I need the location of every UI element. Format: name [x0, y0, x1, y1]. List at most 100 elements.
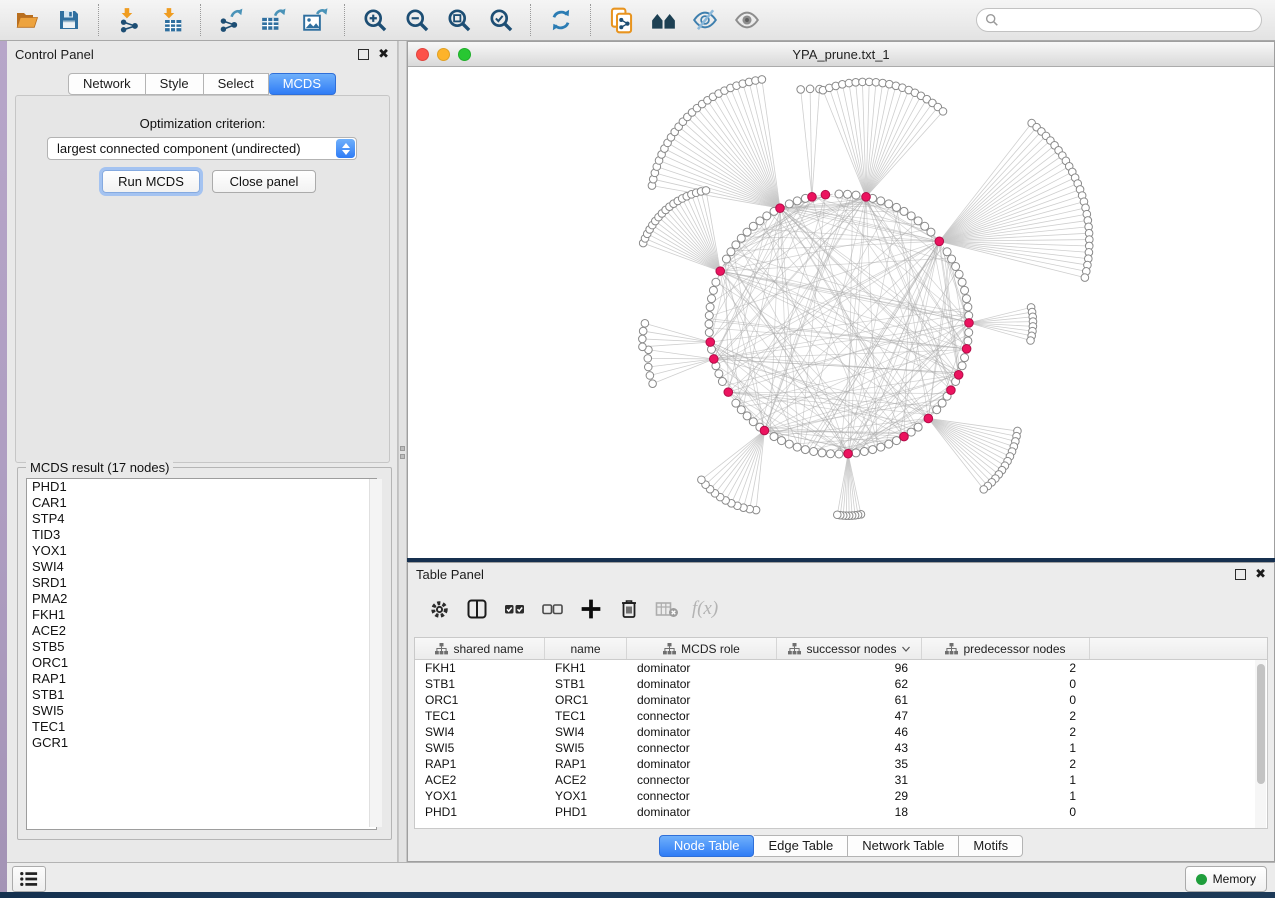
- table-row[interactable]: SWI4SWI4dominator462: [415, 724, 1267, 740]
- tab-select[interactable]: Select: [204, 73, 269, 95]
- table-panel-tabs: Node TableEdge TableNetwork TableMotifs: [408, 835, 1274, 857]
- search-box[interactable]: [976, 8, 1262, 32]
- close-panel-icon[interactable]: ✖: [378, 49, 389, 59]
- zoom-fit-icon[interactable]: [441, 4, 477, 36]
- zoom-out-icon[interactable]: [399, 4, 435, 36]
- table-cell: 0: [922, 677, 1090, 691]
- close-table-panel-icon[interactable]: ✖: [1255, 569, 1266, 579]
- tab-mcds[interactable]: MCDS: [269, 73, 336, 95]
- table-cell: 47: [777, 709, 922, 723]
- table-row[interactable]: TEC1TEC1connector472: [415, 708, 1267, 724]
- mcds-result-list[interactable]: PHD1CAR1STP4TID3YOX1SWI4SRD1PMA2FKH1ACE2…: [26, 478, 377, 830]
- table-cell: 2: [922, 661, 1090, 675]
- task-history-button[interactable]: [12, 866, 46, 892]
- table-cell: STB1: [545, 677, 627, 691]
- export-table-icon[interactable]: [255, 4, 291, 36]
- column-header-predecessor-nodes[interactable]: predecessor nodes: [922, 638, 1090, 659]
- network-frame-titlebar[interactable]: YPA_prune.txt_1: [408, 42, 1274, 67]
- optimization-criterion-select[interactable]: largest connected component (undirected): [47, 137, 357, 160]
- column-header-name[interactable]: name: [545, 638, 627, 659]
- table-cell: FKH1: [415, 661, 545, 675]
- memory-label: Memory: [1213, 872, 1256, 886]
- toolbar-separator: [344, 4, 346, 36]
- mcds-result-item[interactable]: ACE2: [27, 623, 376, 639]
- table-row[interactable]: STB1STB1dominator620: [415, 676, 1267, 692]
- table-cell: dominator: [627, 661, 777, 675]
- column-header-MCDS-role[interactable]: MCDS role: [627, 638, 777, 659]
- memory-button[interactable]: Memory: [1185, 866, 1267, 892]
- mcds-result-item[interactable]: STB5: [27, 639, 376, 655]
- vertical-splitter[interactable]: [398, 41, 407, 862]
- network-canvas[interactable]: [408, 67, 1274, 558]
- network-graph[interactable]: [408, 67, 1274, 558]
- mcds-panel: Optimization criterion: largest connecte…: [15, 95, 390, 463]
- column-header-successor-nodes[interactable]: successor nodes: [777, 638, 922, 659]
- tab-edge-table[interactable]: Edge Table: [754, 835, 848, 857]
- mcds-result-item[interactable]: PMA2: [27, 591, 376, 607]
- delete-column-icon[interactable]: [612, 594, 646, 624]
- search-input[interactable]: [999, 12, 1243, 28]
- table-row[interactable]: FKH1FKH1dominator962: [415, 660, 1267, 676]
- tab-style[interactable]: Style: [146, 73, 204, 95]
- mcds-result-item[interactable]: STP4: [27, 511, 376, 527]
- delete-table-icon-disabled: [650, 594, 684, 624]
- table-row[interactable]: YOX1YOX1connector291: [415, 788, 1267, 804]
- table-cell: dominator: [627, 805, 777, 819]
- table-row[interactable]: RAP1RAP1dominator352: [415, 756, 1267, 772]
- mcds-result-item[interactable]: PHD1: [27, 479, 376, 495]
- save-session-icon[interactable]: [51, 4, 87, 36]
- close-panel-button[interactable]: Close panel: [212, 170, 316, 193]
- column-header-shared-name[interactable]: shared name: [415, 638, 545, 659]
- open-file-icon[interactable]: [9, 4, 45, 36]
- clone-network-icon[interactable]: [603, 4, 639, 36]
- mcds-result-item[interactable]: YOX1: [27, 543, 376, 559]
- mcds-result-item[interactable]: SRD1: [27, 575, 376, 591]
- table-cell: 96: [777, 661, 922, 675]
- table-row[interactable]: ACE2ACE2connector311: [415, 772, 1267, 788]
- refresh-icon[interactable]: [543, 4, 579, 36]
- first-neighbors-icon[interactable]: [645, 4, 681, 36]
- table-row[interactable]: SWI5SWI5connector431: [415, 740, 1267, 756]
- table-scrollbar[interactable]: [1255, 660, 1266, 828]
- table-cell: ACE2: [415, 773, 545, 787]
- export-image-icon[interactable]: [297, 4, 333, 36]
- toolbar-separator: [200, 4, 202, 36]
- column-header-empty: [1090, 638, 1267, 659]
- mcds-list-scrollbar[interactable]: [369, 479, 382, 827]
- tab-network[interactable]: Network: [68, 73, 146, 95]
- zoom-in-icon[interactable]: [357, 4, 393, 36]
- hide-selected-icon[interactable]: [687, 4, 723, 36]
- table-cell: 1: [922, 741, 1090, 755]
- export-network-icon[interactable]: [213, 4, 249, 36]
- table-settings-gear-icon[interactable]: [422, 594, 456, 624]
- import-table-icon[interactable]: [153, 4, 189, 36]
- tab-node-table[interactable]: Node Table: [659, 835, 755, 857]
- float-panel-icon[interactable]: [358, 49, 369, 60]
- tab-network-table[interactable]: Network Table: [848, 835, 959, 857]
- show-columns-icon[interactable]: [460, 594, 494, 624]
- table-scrollbar-thumb[interactable]: [1257, 664, 1265, 784]
- show-all-icon[interactable]: [729, 4, 765, 36]
- mcds-result-item[interactable]: TID3: [27, 527, 376, 543]
- zoom-selected-icon[interactable]: [483, 4, 519, 36]
- mcds-result-item[interactable]: SWI4: [27, 559, 376, 575]
- mcds-result-item[interactable]: RAP1: [27, 671, 376, 687]
- float-table-panel-icon[interactable]: [1235, 569, 1246, 580]
- mcds-result-item[interactable]: STB1: [27, 687, 376, 703]
- deselect-all-icon[interactable]: [536, 594, 570, 624]
- select-all-icon[interactable]: [498, 594, 532, 624]
- table-cell: STB1: [415, 677, 545, 691]
- tab-motifs[interactable]: Motifs: [959, 835, 1023, 857]
- table-row[interactable]: PHD1PHD1dominator180: [415, 804, 1267, 820]
- run-mcds-button[interactable]: Run MCDS: [102, 170, 200, 193]
- mcds-result-item[interactable]: CAR1: [27, 495, 376, 511]
- import-network-icon[interactable]: [111, 4, 147, 36]
- table-row[interactable]: ORC1ORC1dominator610: [415, 692, 1267, 708]
- mcds-result-item[interactable]: GCR1: [27, 735, 376, 751]
- mcds-result-item[interactable]: TEC1: [27, 719, 376, 735]
- table-cell: 1: [922, 773, 1090, 787]
- add-column-icon[interactable]: [574, 594, 608, 624]
- mcds-result-item[interactable]: ORC1: [27, 655, 376, 671]
- mcds-result-item[interactable]: SWI5: [27, 703, 376, 719]
- mcds-result-item[interactable]: FKH1: [27, 607, 376, 623]
